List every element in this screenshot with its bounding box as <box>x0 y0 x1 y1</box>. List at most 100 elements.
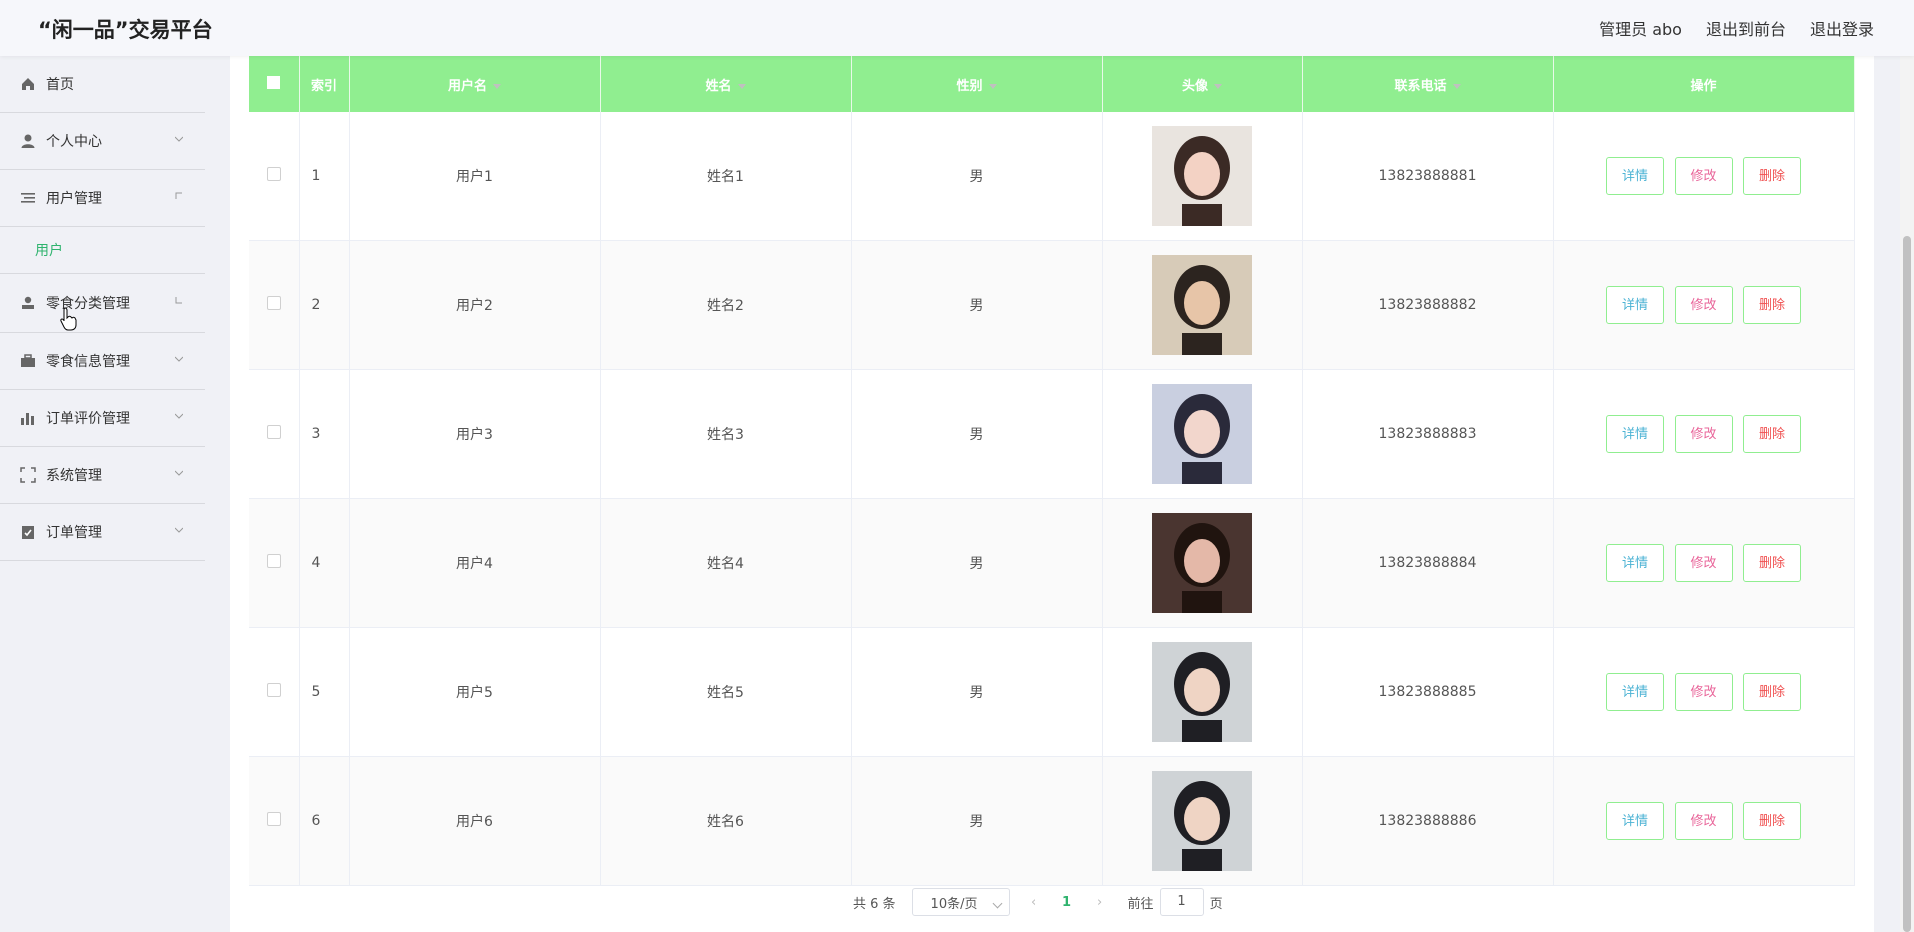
row-select-cell[interactable] <box>249 240 300 370</box>
column-label: 用户名 <box>447 78 487 94</box>
sort-icon[interactable] <box>988 83 997 89</box>
cell-username: 用户6 <box>349 756 601 886</box>
cell-username: 用户5 <box>349 627 601 757</box>
edit-button[interactable]: 修改 <box>1674 286 1733 324</box>
sidebar-item-label: 用户管理 <box>46 191 102 207</box>
detail-button[interactable]: 详情 <box>1606 157 1665 195</box>
sidebar-item-order-review[interactable]: 订单评价管理 <box>0 390 205 447</box>
sidebar-item-system[interactable]: 系统管理 <box>0 447 205 504</box>
cell-actions: 详情 修改 删除 <box>1553 369 1855 499</box>
column-header-avatar[interactable]: 头像 <box>1102 56 1303 112</box>
avatar <box>1152 771 1252 871</box>
row-checkbox[interactable] <box>266 425 281 439</box>
edit-button[interactable]: 修改 <box>1674 544 1733 582</box>
admin-label: 管理员 abo <box>1599 20 1682 39</box>
sidebar-item-user-management[interactable]: 用户管理 <box>0 170 205 227</box>
avatar <box>1152 384 1252 484</box>
cell-avatar <box>1102 112 1303 241</box>
detail-button[interactable]: 详情 <box>1606 544 1665 582</box>
next-page-button[interactable]: › <box>1086 895 1114 910</box>
avatar <box>1152 513 1252 613</box>
detail-button[interactable]: 详情 <box>1606 286 1665 324</box>
cell-index: 1 <box>299 112 350 241</box>
delete-button[interactable]: 删除 <box>1742 802 1801 840</box>
sidebar-item-orders[interactable]: 订单管理 <box>0 504 205 561</box>
delete-button[interactable]: 删除 <box>1742 286 1801 324</box>
cell-gender: 男 <box>851 369 1103 499</box>
sidebar-item-personal[interactable]: 个人中心 <box>0 113 205 170</box>
column-header-name[interactable]: 姓名 <box>600 56 852 112</box>
cell-gender: 男 <box>851 498 1103 628</box>
delete-button[interactable]: 删除 <box>1742 157 1801 195</box>
chevron-down-icon <box>175 356 183 362</box>
cell-actions: 详情 修改 删除 <box>1553 112 1855 241</box>
top-header: “闲一品”交易平台 管理员 abo 退出到前台 退出登录 <box>0 0 1914 56</box>
clipboard-icon <box>22 526 34 539</box>
home-icon <box>22 78 34 90</box>
goto-label: 前往 <box>1127 896 1154 912</box>
sort-icon[interactable] <box>1214 83 1222 89</box>
column-header-phone[interactable]: 联系电话 <box>1302 56 1554 112</box>
logout-link[interactable]: 退出登录 <box>1810 16 1874 40</box>
row-select-cell[interactable] <box>249 498 300 628</box>
person-icon <box>22 296 34 309</box>
sort-icon[interactable] <box>493 83 501 89</box>
edit-button[interactable]: 修改 <box>1674 802 1733 840</box>
row-select-cell[interactable] <box>249 112 300 241</box>
chevron-down-icon <box>175 136 183 142</box>
goto-page-input[interactable]: 1 <box>1159 888 1204 916</box>
delete-button[interactable]: 删除 <box>1742 544 1801 582</box>
vertical-scrollbar[interactable] <box>1900 56 1914 932</box>
row-select-cell[interactable] <box>249 627 300 757</box>
chevron-icon <box>175 297 182 304</box>
exit-to-front-link[interactable]: 退出到前台 <box>1706 16 1786 40</box>
page-size-select[interactable]: 10条/页 <box>911 888 1010 916</box>
column-header-username[interactable]: 用户名 <box>349 56 601 112</box>
column-label: 头像 <box>1181 78 1208 94</box>
detail-button[interactable]: 详情 <box>1606 802 1665 840</box>
row-checkbox[interactable] <box>266 812 281 826</box>
select-all-cell[interactable] <box>249 56 300 112</box>
detail-button[interactable]: 详情 <box>1606 415 1665 453</box>
sidebar-item-snack-info[interactable]: 零食信息管理 <box>0 333 205 390</box>
row-checkbox[interactable] <box>266 167 281 181</box>
row-checkbox[interactable] <box>266 683 281 697</box>
edit-button[interactable]: 修改 <box>1674 415 1733 453</box>
cell-name: 姓名2 <box>600 240 852 370</box>
table-row: 3 用户3 姓名3 男 13823888883 详情 修改 删除 <box>249 369 1855 499</box>
cell-index: 2 <box>299 240 350 370</box>
table-row: 4 用户4 姓名4 男 13823888884 详情 修改 删除 <box>249 498 1855 628</box>
column-header-index: 索引 <box>299 56 350 112</box>
sidebar-item-home[interactable]: 首页 <box>0 56 205 113</box>
cell-index: 4 <box>299 498 350 628</box>
scrollbar-thumb[interactable] <box>1903 236 1911 932</box>
delete-button[interactable]: 删除 <box>1742 673 1801 711</box>
page-number[interactable]: 1 <box>1048 895 1086 910</box>
page-suffix: 页 <box>1209 896 1223 912</box>
column-header-actions: 操作 <box>1553 56 1855 112</box>
detail-button[interactable]: 详情 <box>1606 673 1665 711</box>
briefcase-icon <box>21 354 35 367</box>
row-select-cell[interactable] <box>249 756 300 886</box>
edit-button[interactable]: 修改 <box>1674 673 1733 711</box>
submenu-item-user[interactable]: 用户 <box>0 227 205 274</box>
sidebar-item-snack-category[interactable]: 零食分类管理 <box>0 274 205 333</box>
cell-actions: 详情 修改 删除 <box>1553 627 1855 757</box>
sort-icon[interactable] <box>737 83 746 89</box>
table-row: 2 用户2 姓名2 男 13823888882 详情 修改 删除 <box>249 240 1855 370</box>
row-checkbox[interactable] <box>266 554 281 568</box>
prev-page-button[interactable]: ‹ <box>1020 895 1048 910</box>
table-row: 5 用户5 姓名5 男 13823888885 详情 修改 删除 <box>249 627 1855 757</box>
column-header-gender[interactable]: 性别 <box>851 56 1103 112</box>
chevron-down-icon <box>992 898 1002 909</box>
delete-button[interactable]: 删除 <box>1742 415 1801 453</box>
edit-button[interactable]: 修改 <box>1674 157 1733 195</box>
select-all-checkbox[interactable] <box>267 75 281 89</box>
sidebar-item-label: 订单管理 <box>46 525 102 541</box>
cell-actions: 详情 修改 删除 <box>1553 756 1855 886</box>
sidebar-item-label: 零食分类管理 <box>46 296 130 312</box>
row-checkbox[interactable] <box>266 296 281 310</box>
row-select-cell[interactable] <box>249 369 300 499</box>
sort-icon[interactable] <box>1452 83 1461 89</box>
app-title: “闲一品”交易平台 <box>38 18 213 42</box>
